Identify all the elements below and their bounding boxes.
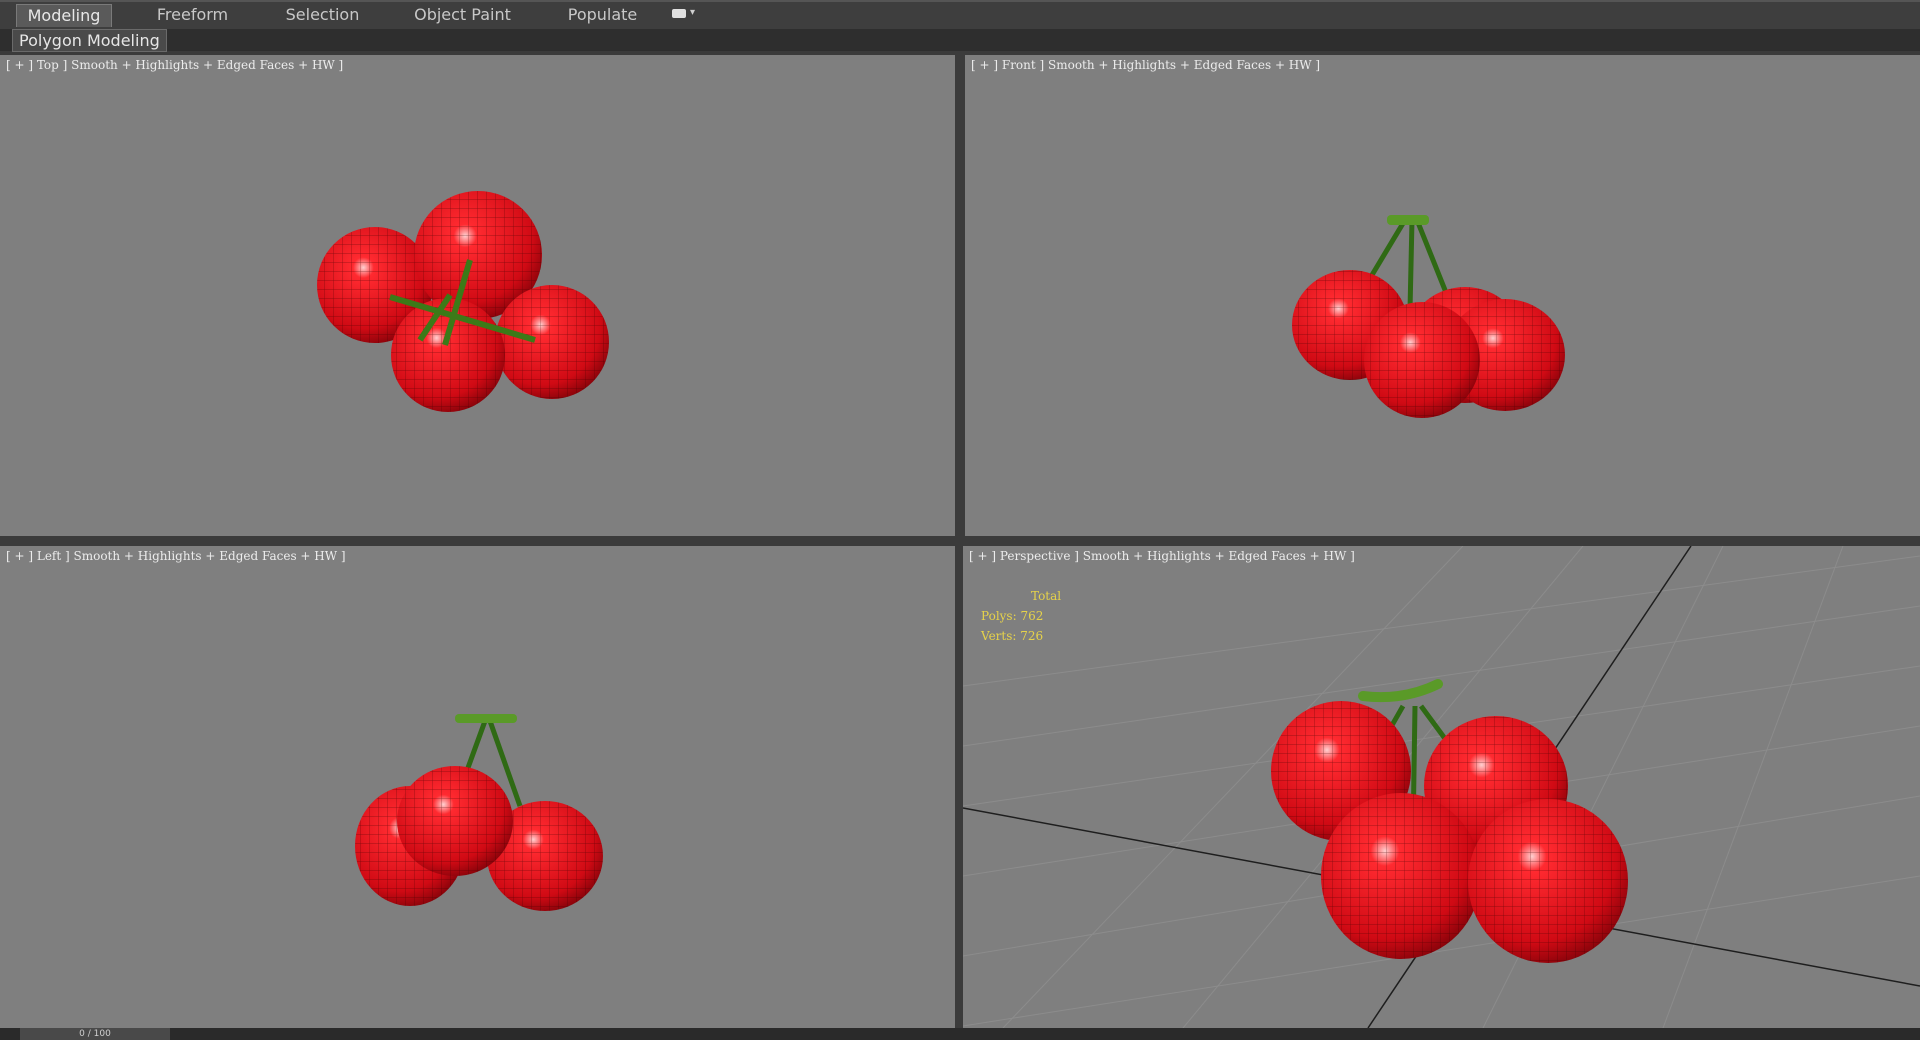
left-view-cherries — [355, 714, 603, 911]
stats-polys: Polys: 762 — [981, 609, 1044, 623]
viewport-front-label[interactable]: [ + ] Front ] Smooth + Highlights + Edge… — [971, 58, 1320, 72]
polygon-modeling-button[interactable]: Polygon Modeling — [12, 29, 167, 52]
tab-freeform[interactable]: Freeform — [140, 4, 245, 26]
time-slider[interactable]: 0 / 100 — [20, 1028, 170, 1040]
chevron-down-icon[interactable]: ▾ — [690, 7, 695, 18]
viewport-front[interactable]: [ + ] Front ] Smooth + Highlights + Edge… — [965, 55, 1920, 536]
ribbon: Modeling Freeform Selection Object Paint… — [0, 0, 1920, 30]
ribbon-top-line — [0, 0, 1920, 2]
tab-selection[interactable]: Selection — [270, 4, 375, 26]
tab-object-paint[interactable]: Object Paint — [405, 4, 520, 26]
viewport-top-label[interactable]: [ + ] Top ] Smooth + Highlights + Edged … — [6, 58, 343, 72]
front-view-cherries — [1292, 215, 1565, 418]
ribbon-toggle-icon[interactable] — [672, 9, 686, 18]
cherry-group-left — [355, 714, 603, 911]
tab-populate[interactable]: Populate — [550, 4, 655, 26]
cherry-group-perspective — [1271, 679, 1628, 963]
viewport-perspective-label[interactable]: [ + ] Perspective ] Smooth + Highlights … — [969, 549, 1355, 563]
viewport-top[interactable]: [ + ] Top ] Smooth + Highlights + Edged … — [0, 55, 955, 536]
viewport-left-label[interactable]: [ + ] Left ] Smooth + Highlights + Edged… — [6, 549, 346, 563]
tab-modeling[interactable]: Modeling — [16, 4, 112, 27]
statistics-overlay: Total Polys: 762 Verts: 726 — [981, 586, 1061, 646]
cherry-group-top — [317, 191, 609, 412]
viewport-perspective[interactable]: [ + ] Perspective ] Smooth + Highlights … — [963, 546, 1920, 1028]
viewport-left[interactable]: [ + ] Left ] Smooth + Highlights + Edged… — [0, 546, 955, 1028]
top-view-cherries — [317, 191, 609, 412]
stats-verts: Verts: 726 — [981, 629, 1044, 643]
cherry-group-front — [1292, 215, 1565, 418]
timeline-bar: 0 / 100 — [0, 1028, 1920, 1040]
ribbon-panel-bar: Polygon Modeling — [0, 29, 1920, 52]
perspective-view-cherries — [963, 546, 1920, 1028]
stats-title: Total — [1031, 589, 1062, 603]
